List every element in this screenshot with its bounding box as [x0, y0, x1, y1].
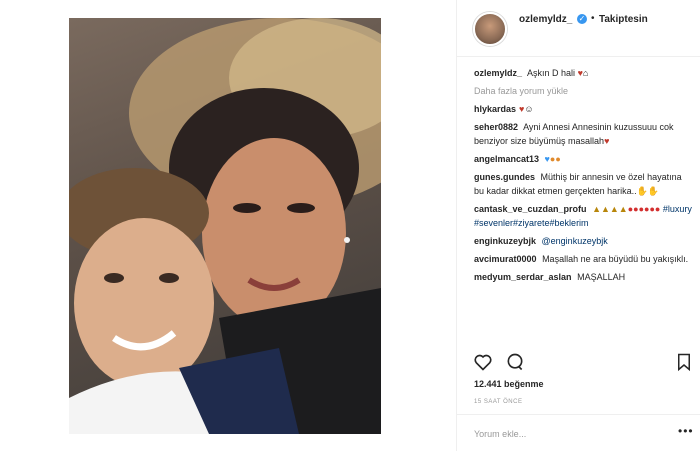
divider	[456, 414, 700, 415]
follow-status-button[interactable]: Takiptesin	[599, 14, 648, 25]
hug-emoji-icon: ☺	[524, 104, 534, 114]
more-options-icon[interactable]: •••	[678, 424, 694, 438]
add-comment-input[interactable]: Yorum ekle...	[474, 429, 526, 439]
comment-username[interactable]: cantask_ve_cuzdan_profu	[474, 204, 587, 214]
comment-text: Maşallah ne ara büyüdü bu yakışıklı.	[542, 254, 689, 264]
comment-username[interactable]: enginkuzeybjk	[474, 236, 536, 246]
clap-emoji-icon: ✋	[636, 186, 648, 196]
comment-username[interactable]: avcimurat0000	[474, 254, 537, 264]
caption-text: Aşkın D hali	[527, 68, 576, 78]
post-actions	[471, 352, 693, 372]
post-header: ozlemyldz_ ✓ • Takiptesin	[456, 0, 700, 57]
post-timestamp: 15 SAAT ÖNCE	[474, 399, 523, 405]
comment-mention[interactable]: @enginkuzeybjk	[542, 236, 608, 246]
heart-emoji-icon: ♥	[604, 136, 610, 146]
comment-item: enginkuzeybjk @enginkuzeybjk	[474, 234, 692, 248]
header-username[interactable]: ozlemyldz_	[519, 14, 572, 25]
comment-username[interactable]: gunes.gundes	[474, 172, 535, 182]
caption: ozlemyldz_ Aşkın D hali ♥⌂	[474, 66, 692, 80]
comments-list: ozlemyldz_ Aşkın D hali ♥⌂ Daha fazla yo…	[474, 66, 692, 288]
comment-item: gunes.gundes Müthiş bir annesin ve özel …	[474, 170, 692, 198]
comment-username[interactable]: seher0882	[474, 122, 518, 132]
caption-username[interactable]: ozlemyldz_	[474, 68, 522, 78]
comment-bubble-icon[interactable]	[505, 352, 525, 372]
like-heart-icon[interactable]	[473, 352, 493, 372]
avatar[interactable]	[473, 12, 507, 46]
verified-badge-icon: ✓	[577, 14, 587, 24]
header-separator: •	[591, 13, 595, 24]
bookmark-icon[interactable]	[675, 352, 693, 372]
red-circle-emoji-icon: ●●●●●●	[627, 204, 661, 214]
house-emoji-icon: ⌂	[582, 68, 589, 78]
load-more-comments-link[interactable]: Daha fazla yorum yükle	[474, 84, 692, 98]
post-media-pane	[0, 0, 456, 451]
bag-emoji-icon: ▲▲▲▲	[592, 204, 628, 214]
comment-item: medyum_serdar_aslan MAŞALLAH	[474, 270, 692, 284]
post-photo[interactable]	[69, 18, 381, 434]
comment-username[interactable]: hlykardas	[474, 104, 516, 114]
comment-text: MAŞALLAH	[577, 272, 626, 282]
comment-item: avcimurat0000 Maşallah ne ara büyüdü bu …	[474, 252, 692, 266]
likes-count[interactable]: 12.441 beğenme	[474, 379, 544, 389]
comment-username[interactable]: angelmancat13	[474, 154, 539, 164]
comment-item: hlykardas ♥☺	[474, 102, 692, 116]
cat-emoji-icon: ●	[555, 154, 561, 164]
comment-username[interactable]: medyum_serdar_aslan	[474, 272, 572, 282]
comment-item: seher0882 Ayni Annesi Annesinin kuzussuu…	[474, 120, 692, 148]
comment-item: angelmancat13 ♥●●	[474, 152, 692, 166]
clap-emoji-icon: ✋	[647, 186, 660, 196]
comment-item: cantask_ve_cuzdan_profu ▲▲▲▲●●●●●● #luxu…	[474, 202, 692, 230]
